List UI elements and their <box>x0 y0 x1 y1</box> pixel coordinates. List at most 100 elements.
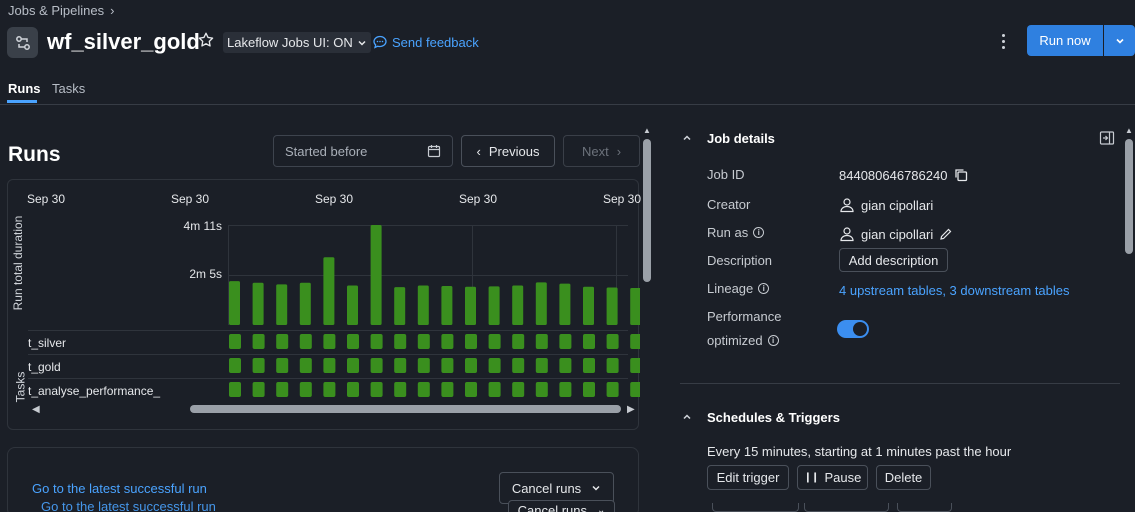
date-tick-label: Sep 30 <box>171 192 210 206</box>
collapse-panel-icon[interactable] <box>1099 130 1115 149</box>
run-now-button[interactable]: Run now <box>1027 25 1103 56</box>
schedule-summary: Every 15 minutes, starting at 1 minutes … <box>707 444 1012 459</box>
collapse-chevron-icon[interactable] <box>682 412 692 425</box>
task-label: t_analyse_performance_ <box>28 384 161 398</box>
breadcrumb: Jobs & Pipelines › <box>8 3 114 18</box>
chevron-down-icon <box>1115 38 1124 44</box>
scroll-up-icon[interactable]: ▲ <box>643 126 651 135</box>
add-description-button[interactable]: Add description <box>839 248 948 272</box>
performance-optimized-toggle[interactable] <box>837 320 869 338</box>
next-button[interactable]: Next › <box>563 135 640 167</box>
tab-tasks[interactable]: Tasks <box>52 81 85 96</box>
previous-label: Previous <box>488 143 540 159</box>
latest-successful-run-link-ghost: Go to the latest successful run <box>41 499 216 512</box>
task-label: t_silver <box>28 336 67 350</box>
pause-button[interactable]: ❙❙ Pause <box>797 465 868 490</box>
chevron-right-icon: › <box>616 143 622 159</box>
delete-button[interactable]: Delete <box>876 465 931 490</box>
info-icon[interactable]: i <box>753 227 765 238</box>
y-tick-label: 4m 11s <box>183 219 222 233</box>
run-as-name: gian cipollari <box>861 226 934 242</box>
cancel-runs-label: Cancel runs <box>511 480 582 496</box>
date-tick-label: Sep 30 <box>603 192 642 206</box>
pause-icon: ❙❙ <box>803 472 820 483</box>
y-tick-label: 2m 5s <box>189 267 222 281</box>
job-id-value: 844080646786240 <box>839 167 969 183</box>
chevron-right-icon: › <box>110 3 115 18</box>
active-tab-indicator <box>7 100 37 103</box>
gridline <box>228 275 628 276</box>
send-feedback-label: Send feedback <box>392 34 479 50</box>
scroll-up-icon[interactable]: ▲ <box>1125 126 1133 135</box>
run-as-label: Run as <box>707 225 749 240</box>
button-ghost <box>804 503 889 512</box>
collapse-chevron-icon[interactable] <box>682 133 692 146</box>
next-label: Next <box>581 143 609 159</box>
task-row: t_analyse_performance_ <box>28 378 628 402</box>
gridline <box>472 225 473 325</box>
cancel-runs-label: Cancel runs <box>517 502 587 512</box>
lineage-link[interactable]: 4 upstream tables, 3 downstream tables <box>839 283 1070 298</box>
tabs-divider <box>0 104 1135 105</box>
copy-icon[interactable] <box>953 167 969 183</box>
optimized-label-group: optimized i <box>707 333 779 348</box>
breadcrumb-jobs-link[interactable]: Jobs & Pipelines <box>8 3 104 18</box>
task-row: t_silver <box>28 330 628 354</box>
ui-toggle-label: Lakeflow Jobs UI: ON <box>227 35 353 50</box>
gridline <box>228 225 628 226</box>
optimized-label: optimized <box>707 333 763 348</box>
star-icon[interactable] <box>197 31 215 52</box>
send-feedback-link[interactable]: Send feedback <box>372 34 479 50</box>
schedules-title: Schedules & Triggers <box>707 410 840 425</box>
calendar-icon <box>427 145 441 158</box>
tab-runs[interactable]: Runs <box>8 81 41 96</box>
ui-toggle-dropdown[interactable]: Lakeflow Jobs UI: ON <box>223 32 371 53</box>
lineage-label: Lineage <box>707 281 754 296</box>
right-panel-scrollbar-thumb[interactable] <box>1125 139 1133 254</box>
section-divider <box>680 383 1120 384</box>
pause-label: Pause <box>824 470 862 485</box>
info-icon[interactable]: i <box>767 335 779 346</box>
task-row: t_gold <box>28 354 628 378</box>
latest-successful-run-link[interactable]: Go to the latest successful run <box>32 481 207 496</box>
left-panel-scrollbar-thumb[interactable] <box>643 139 651 282</box>
chat-bubble-icon <box>373 35 387 49</box>
horizontal-scrollbar-thumb[interactable] <box>190 405 621 413</box>
date-tick-label: Sep 30 <box>459 192 498 206</box>
scroll-right-icon[interactable]: ▶ <box>627 404 635 415</box>
scroll-left-icon[interactable]: ◀ <box>32 404 40 415</box>
page-title: wf_silver_gold <box>47 29 200 54</box>
previous-button[interactable]: ‹ Previous <box>461 135 555 167</box>
runs-heading: Runs <box>8 143 61 166</box>
run-as-value: gian cipollari <box>839 226 953 242</box>
job-details-title: Job details <box>707 131 775 146</box>
creator-label: Creator <box>707 197 751 212</box>
creator-value: gian cipollari <box>839 197 933 213</box>
gridline <box>616 225 617 325</box>
tasks-axis-label: Tasks <box>13 371 28 403</box>
job-id-text: 844080646786240 <box>839 167 948 183</box>
started-before-input[interactable]: Started before <box>273 135 453 167</box>
user-icon <box>840 227 854 242</box>
pencil-icon[interactable] <box>939 227 953 241</box>
date-tick-label: Sep 30 <box>315 192 354 206</box>
button-ghost <box>712 503 799 512</box>
started-before-placeholder: Started before <box>285 143 368 159</box>
info-icon[interactable]: i <box>758 283 770 294</box>
workflow-icon <box>7 27 38 58</box>
chevron-left-icon: ‹ <box>476 143 481 159</box>
chevron-down-icon <box>592 485 600 491</box>
edit-trigger-button[interactable]: Edit trigger <box>707 465 789 490</box>
creator-name: gian cipollari <box>861 197 934 213</box>
cancel-runs-button-ghost: Cancel runs ⌄ <box>508 500 615 512</box>
kebab-menu-icon[interactable] <box>995 30 1011 52</box>
gridline <box>228 225 229 325</box>
task-label: t_gold <box>28 360 61 374</box>
chevron-down-icon <box>358 40 366 46</box>
y-axis-label: Run total duration <box>11 215 25 311</box>
run-as-label-group: Run as i <box>707 225 765 240</box>
chevron-down-icon: ⌄ <box>596 504 606 512</box>
lineage-label-group: Lineage i <box>707 281 770 296</box>
job-id-label: Job ID <box>707 167 745 182</box>
run-now-dropdown-button[interactable] <box>1104 25 1135 56</box>
